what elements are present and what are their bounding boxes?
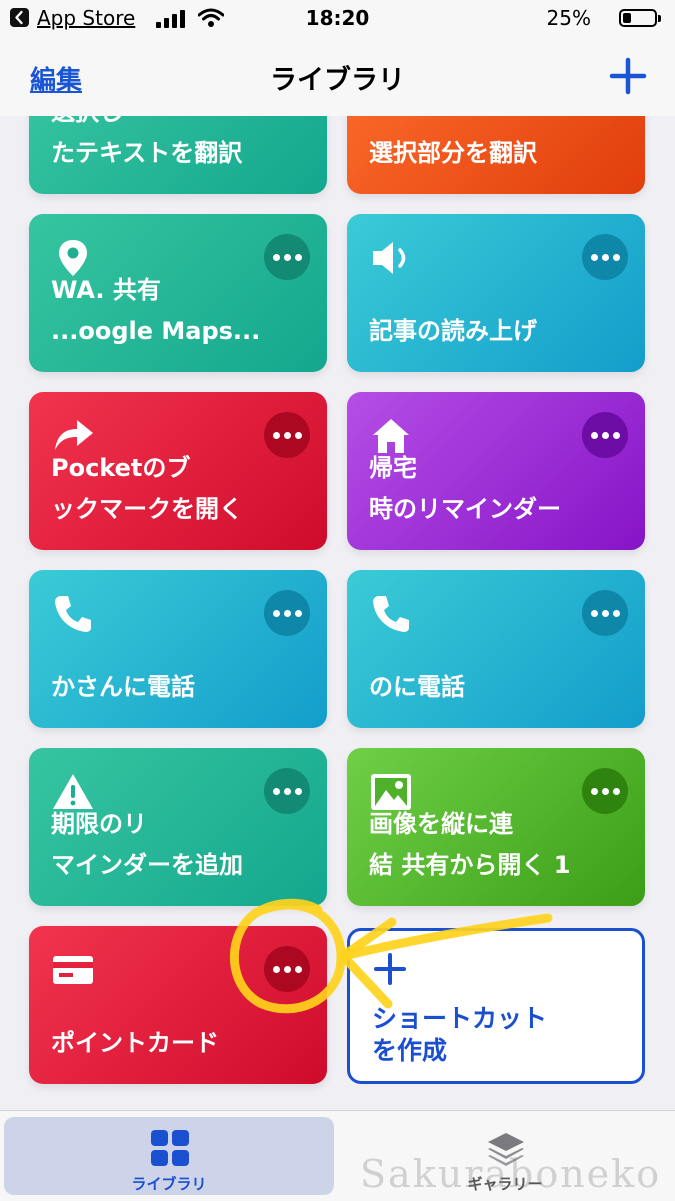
- shortcut-label: 帰宅 時のリマインダー: [369, 454, 561, 523]
- shortcut-label: 選択部分を翻訳: [369, 139, 537, 167]
- shortcut-label: ポイントカード: [51, 1029, 219, 1057]
- phone-icon: [55, 596, 91, 632]
- shortcut-label: のに電話: [369, 673, 465, 701]
- shortcut-card[interactable]: 記事の読み上げ: [347, 214, 645, 372]
- create-shortcut-button[interactable]: ショートカット を作成: [347, 928, 645, 1084]
- tab-label: ライブラリ: [131, 1175, 207, 1193]
- more-options-button[interactable]: [264, 590, 310, 636]
- phone-icon: [373, 596, 409, 632]
- shortcut-card[interactable]: 選択し たテキストを翻訳: [29, 116, 327, 194]
- navigation-bar: 編集 ライブラリ: [0, 38, 675, 116]
- speaker-icon: [373, 242, 406, 274]
- shortcut-label: 記事の読み上げ: [369, 317, 537, 345]
- watermark: Sakuraboneko: [360, 1152, 662, 1196]
- shortcut-label: 期限のリ マインダーを追加: [51, 810, 243, 879]
- add-shortcut-button[interactable]: [608, 56, 648, 96]
- grid-icon: [151, 1130, 189, 1166]
- shortcut-card[interactable]: WA. 共有 ...oogle Maps...: [29, 214, 327, 372]
- shortcut-card[interactable]: かさんに電話: [29, 570, 327, 728]
- page-title: ライブラリ: [270, 65, 405, 96]
- shortcut-card[interactable]: Pocketのブ ックマークを開く: [29, 392, 327, 550]
- create-shortcut-label: ショートカット を作成: [372, 1004, 548, 1065]
- shortcut-label: かさんに電話: [51, 673, 195, 701]
- shortcut-label: 選択し たテキストを翻訳: [51, 116, 243, 167]
- more-options-button[interactable]: [582, 590, 628, 636]
- shortcut-label: 画像を縦に連 結 共有から開く 1: [369, 810, 571, 879]
- shortcut-label: WA. 共有 ...oogle Maps...: [51, 276, 261, 345]
- status-bar: App Store 18:20 25%: [0, 0, 675, 38]
- battery-icon: [619, 9, 661, 27]
- shortcut-card[interactable]: 選択部分を翻訳: [347, 116, 645, 194]
- shortcut-card[interactable]: 画像を縦に連 結 共有から開く 1: [347, 748, 645, 906]
- shortcut-label: Pocketのブ ックマークを開く: [51, 454, 243, 523]
- more-options-button[interactable]: [264, 946, 310, 992]
- more-options-button[interactable]: [582, 234, 628, 280]
- shortcut-card[interactable]: のに電話: [347, 570, 645, 728]
- shortcut-card[interactable]: ポイントカード: [29, 926, 327, 1084]
- shortcut-card[interactable]: 帰宅 時のリマインダー: [347, 392, 645, 550]
- plus-icon: [374, 953, 406, 985]
- battery-percentage: 25%: [546, 6, 591, 30]
- shortcut-grid: 選択し たテキストを翻訳 選択部分を翻訳 WA. 共有 ...oogle Map…: [0, 116, 675, 1110]
- card-icon: [53, 956, 93, 984]
- shortcut-card[interactable]: 期限のリ マインダーを追加: [29, 748, 327, 906]
- tab-library[interactable]: ライブラリ: [4, 1117, 334, 1195]
